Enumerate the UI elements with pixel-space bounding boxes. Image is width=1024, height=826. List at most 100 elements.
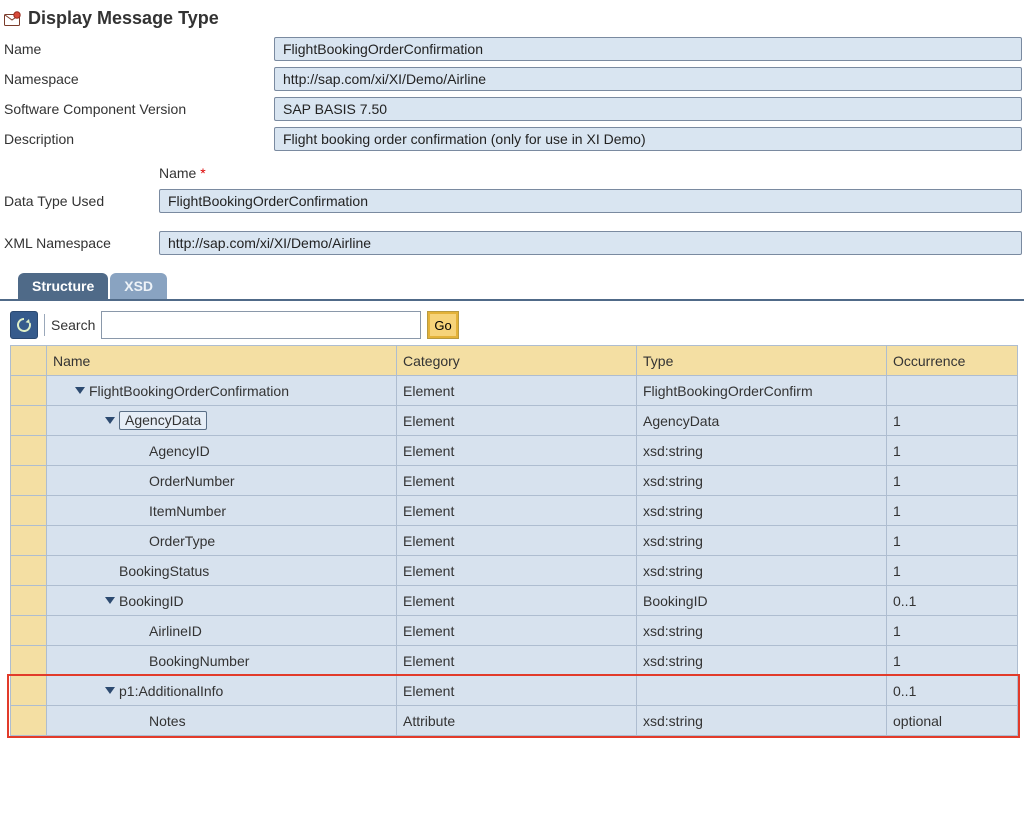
cell-name[interactable]: ItemNumber xyxy=(47,496,397,526)
cell-name[interactable]: AgencyData xyxy=(47,406,397,436)
table-row[interactable]: AgencyDataElementAgencyData1 xyxy=(11,406,1018,436)
row-handle[interactable] xyxy=(11,496,47,526)
row-handle[interactable] xyxy=(11,646,47,676)
node-label[interactable]: p1:AdditionalInfo xyxy=(119,683,223,699)
field-namespace: http://sap.com/xi/XI/Demo/Airline xyxy=(274,67,1022,91)
cell-occurrence: 0..1 xyxy=(887,586,1018,616)
cell-occurrence: 1 xyxy=(887,556,1018,586)
cell-name[interactable]: AgencyID xyxy=(47,436,397,466)
expand-toggle-icon[interactable] xyxy=(105,597,115,604)
cell-name[interactable]: BookingStatus xyxy=(47,556,397,586)
table-row[interactable]: BookingIDElementBookingID0..1 xyxy=(11,586,1018,616)
row-handle[interactable] xyxy=(11,466,47,496)
search-input[interactable] xyxy=(101,311,421,339)
node-label[interactable]: AgencyData xyxy=(119,411,207,430)
search-label: Search xyxy=(51,317,95,333)
cell-category: Element xyxy=(397,496,637,526)
field-scv: SAP BASIS 7.50 xyxy=(274,97,1022,121)
label-xml-namespace: XML Namespace xyxy=(4,235,159,251)
tab-strip: Structure XSD xyxy=(0,273,1024,301)
cell-category: Element xyxy=(397,526,637,556)
tab-xsd[interactable]: XSD xyxy=(110,273,167,299)
row-handle[interactable] xyxy=(11,676,47,706)
expand-toggle-icon[interactable] xyxy=(105,687,115,694)
label-namespace: Namespace xyxy=(4,71,274,87)
row-handle[interactable] xyxy=(11,586,47,616)
cell-name[interactable]: p1:AdditionalInfo xyxy=(47,676,397,706)
cell-occurrence: 1 xyxy=(887,526,1018,556)
cell-category: Element xyxy=(397,376,637,406)
node-label[interactable]: BookingID xyxy=(119,593,184,609)
cell-name[interactable]: BookingID xyxy=(47,586,397,616)
refresh-button[interactable] xyxy=(10,311,38,339)
cell-occurrence: 1 xyxy=(887,466,1018,496)
cell-type: xsd:string xyxy=(637,616,887,646)
cell-category: Element xyxy=(397,436,637,466)
table-row[interactable]: NotesAttributexsd:stringoptional xyxy=(11,706,1018,736)
label-sub-name: Name * xyxy=(159,165,1022,181)
cell-name[interactable]: BookingNumber xyxy=(47,646,397,676)
field-description: Flight booking order confirmation (only … xyxy=(274,127,1022,151)
cell-name[interactable]: AirlineID xyxy=(47,616,397,646)
label-data-type-used: Data Type Used xyxy=(4,193,159,209)
table-row[interactable]: OrderType Elementxsd:string1 xyxy=(11,526,1018,556)
node-label[interactable]: AgencyID xyxy=(149,443,210,459)
row-handle[interactable] xyxy=(11,616,47,646)
table-row[interactable]: OrderNumberElementxsd:string1 xyxy=(11,466,1018,496)
node-label[interactable]: Notes xyxy=(149,713,186,729)
table-row[interactable]: FlightBookingOrderConfirmation ElementFli… xyxy=(11,376,1018,406)
cell-name[interactable]: OrderType xyxy=(47,526,397,556)
field-data-type-used: FlightBookingOrderConfirmation xyxy=(159,189,1022,213)
cell-category: Element xyxy=(397,586,637,616)
expand-toggle-icon[interactable] xyxy=(75,387,85,394)
node-label[interactable]: ItemNumber xyxy=(149,503,226,519)
row-handle[interactable] xyxy=(11,436,47,466)
cell-occurrence: optional xyxy=(887,706,1018,736)
table-row[interactable]: ItemNumberElementxsd:string1 xyxy=(11,496,1018,526)
cell-type: xsd:string xyxy=(637,466,887,496)
col-type[interactable]: Type xyxy=(637,346,887,376)
row-handle[interactable] xyxy=(11,376,47,406)
cell-type: FlightBookingOrderConfirm xyxy=(637,376,887,406)
cell-occurrence: 1 xyxy=(887,616,1018,646)
node-label[interactable]: AirlineID xyxy=(149,623,202,639)
cell-type xyxy=(637,676,887,706)
col-category[interactable]: Category xyxy=(397,346,637,376)
label-description: Description xyxy=(4,131,274,147)
go-button[interactable]: Go xyxy=(427,311,458,339)
toolbar-separator xyxy=(44,314,45,336)
cell-type: xsd:string xyxy=(637,646,887,676)
node-label[interactable]: BookingStatus xyxy=(119,563,209,579)
message-type-icon xyxy=(4,11,22,27)
row-handle[interactable] xyxy=(11,526,47,556)
required-mark: * xyxy=(200,165,205,181)
row-handle[interactable] xyxy=(11,706,47,736)
node-label[interactable]: BookingNumber xyxy=(149,653,249,669)
table-row[interactable]: AgencyIDElementxsd:string1 xyxy=(11,436,1018,466)
cell-name[interactable]: FlightBookingOrderConfirmation xyxy=(47,376,397,406)
table-row[interactable]: AirlineID Elementxsd:string1 xyxy=(11,616,1018,646)
node-label[interactable]: OrderNumber xyxy=(149,473,235,489)
row-handle[interactable] xyxy=(11,556,47,586)
cell-name[interactable]: Notes xyxy=(47,706,397,736)
cell-category: Element xyxy=(397,616,637,646)
col-name[interactable]: Name xyxy=(47,346,397,376)
cell-type: xsd:string xyxy=(637,526,887,556)
field-name: FlightBookingOrderConfirmation xyxy=(274,37,1022,61)
cell-name[interactable]: OrderNumber xyxy=(47,466,397,496)
node-label[interactable]: FlightBookingOrderConfirmation xyxy=(89,383,289,399)
row-handle[interactable] xyxy=(11,406,47,436)
table-row[interactable]: BookingNumberElementxsd:string1 xyxy=(11,646,1018,676)
expand-toggle-icon[interactable] xyxy=(105,417,115,424)
col-occurrence[interactable]: Occurrence xyxy=(887,346,1018,376)
cell-type: BookingID xyxy=(637,586,887,616)
cell-category: Element xyxy=(397,406,637,436)
cell-occurrence: 1 xyxy=(887,646,1018,676)
table-row[interactable]: p1:AdditionalInfoElement0..1 xyxy=(11,676,1018,706)
node-label[interactable]: OrderType xyxy=(149,533,215,549)
label-name: Name xyxy=(4,41,274,57)
tab-structure[interactable]: Structure xyxy=(18,273,108,299)
cell-occurrence xyxy=(887,376,1018,406)
table-row[interactable]: BookingStatusElementxsd:string1 xyxy=(11,556,1018,586)
cell-category: Element xyxy=(397,556,637,586)
